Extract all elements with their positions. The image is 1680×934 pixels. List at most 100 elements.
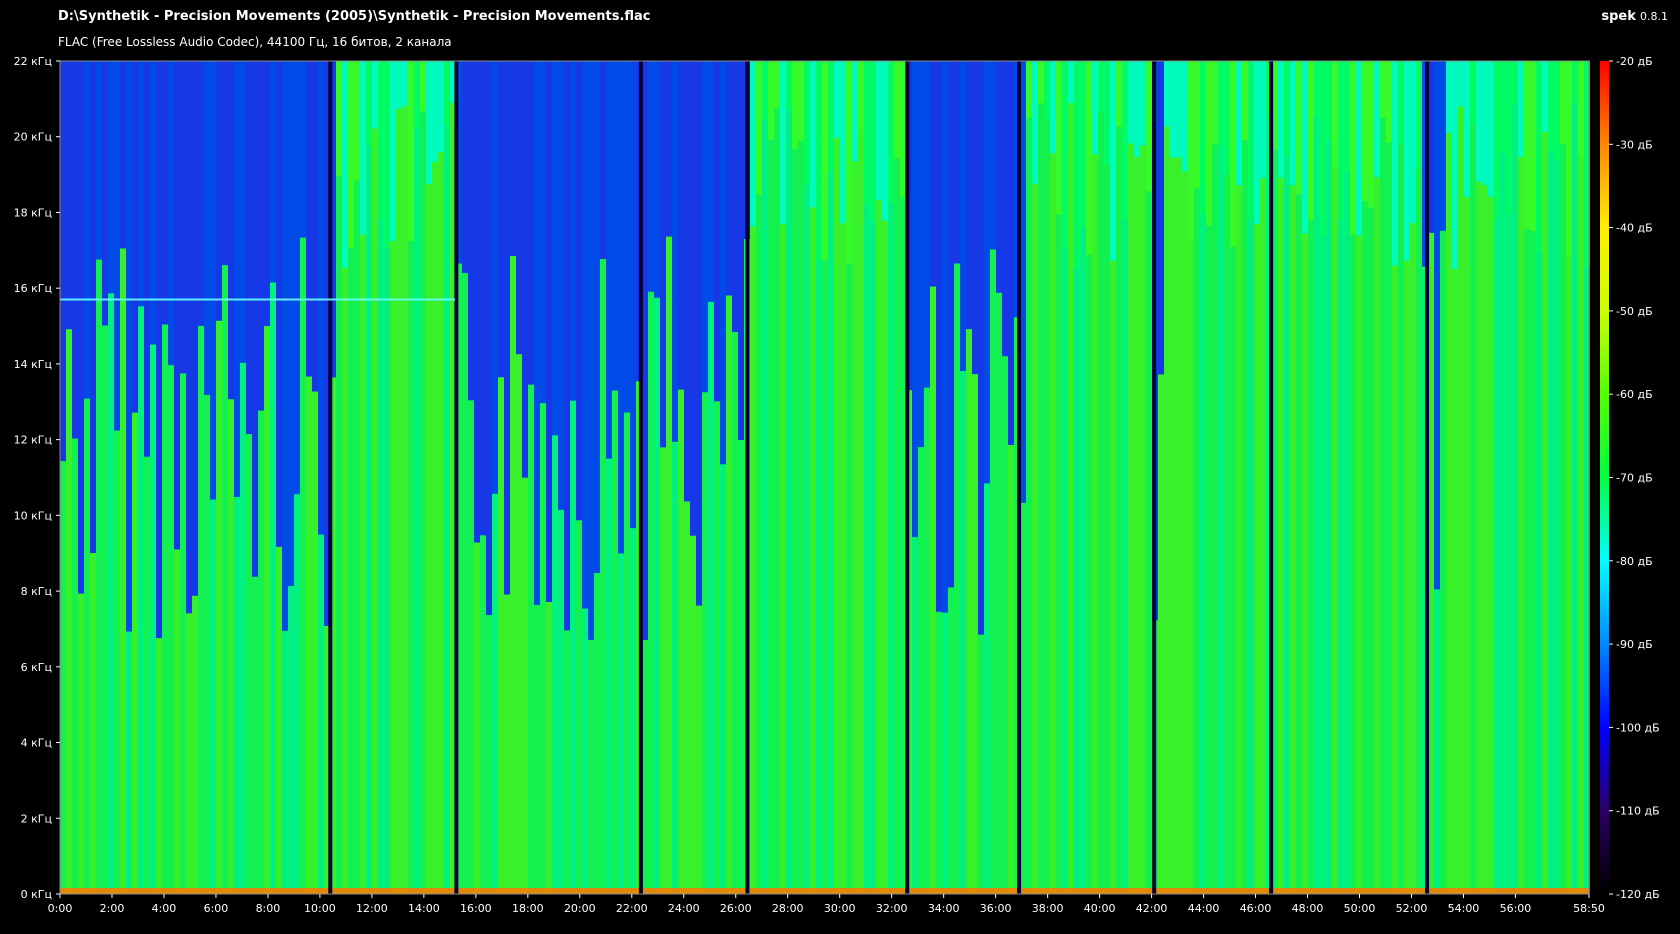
spectrogram-column-lower	[1572, 102, 1578, 895]
spectrogram-column-lower	[684, 501, 690, 894]
spectrogram-column-lower	[1260, 178, 1266, 895]
spectrogram-column-upper	[1464, 61, 1470, 197]
spectrogram-column-upper	[1032, 61, 1038, 184]
spectrogram-column-lower	[564, 630, 570, 894]
spectrogram-column-lower	[1476, 181, 1482, 895]
spectrogram-column-upper	[1536, 61, 1542, 252]
spectrogram-column-upper	[1236, 61, 1242, 186]
spectrogram-column-upper	[294, 61, 300, 495]
spectrogram-column-upper	[1518, 61, 1524, 157]
spectrogram-column-upper	[78, 61, 84, 594]
spectrogram-column-lower	[750, 226, 756, 894]
spectrogram-column-upper	[1470, 61, 1476, 123]
spectrogram-column-lower	[1128, 143, 1134, 895]
x-tick-label: 26:00	[720, 902, 752, 915]
spectrogram-column-lower	[1062, 248, 1068, 895]
spectrogram-column-upper	[1164, 61, 1170, 127]
spectrogram-column-upper	[384, 61, 390, 248]
spectrogram-column-lower	[1350, 234, 1356, 895]
spectrogram-column-upper	[624, 61, 630, 413]
spectrogram-column-lower	[1038, 103, 1044, 895]
spectrogram-column-upper	[1404, 61, 1410, 261]
spectrogram-column-lower	[384, 247, 390, 894]
spectrogram-column-upper	[366, 61, 372, 147]
spectrogram-column-lower	[822, 260, 828, 894]
frequency-axis: 0 кГц 2 кГц 4 кГц 6 кГц 8 кГц 10 кГц 12 кГц 14 …	[14, 55, 60, 901]
spectrogram-column-upper	[936, 61, 942, 612]
spectrogram-column-upper	[474, 61, 480, 543]
spectrogram-column-upper	[1026, 61, 1032, 119]
spectrogram-column-lower	[90, 552, 96, 894]
spectrogram-column-upper	[1548, 61, 1554, 152]
spectrogram-column-lower	[360, 234, 366, 894]
spectrogram-column-upper	[252, 61, 258, 577]
spectrogram-column-upper	[798, 61, 804, 142]
spectrogram-column-upper	[882, 61, 888, 221]
spectrogram-column-upper	[528, 61, 534, 385]
spectrogram-column-lower	[378, 218, 384, 895]
spectrogram-column-upper	[84, 61, 90, 399]
spectrogram-column-upper	[858, 61, 864, 130]
spectrogram-column-lower	[1560, 144, 1566, 894]
spectrogram-column-lower	[186, 613, 192, 894]
spectrogram-column-upper	[1314, 61, 1320, 117]
spectrogram-column-lower	[72, 438, 78, 894]
spectrogram-column-lower	[654, 297, 660, 894]
spectrogram-column-lower	[276, 546, 282, 894]
x-tick-label: 40:00	[1084, 902, 1116, 915]
spectrogram-column-lower	[348, 247, 354, 894]
spectrogram-column-lower	[1308, 219, 1314, 894]
spectrogram-column-upper	[1224, 61, 1230, 175]
spectrogram-column-lower	[642, 640, 648, 894]
spectrogram-column-upper	[852, 61, 858, 162]
spectrogram-column-lower	[978, 634, 984, 894]
spectrogram-column-upper	[468, 61, 474, 401]
spectrogram-column-upper	[222, 61, 228, 266]
spectrogram-column-upper	[270, 61, 276, 283]
spectrogram-column-lower	[258, 410, 264, 894]
spectrogram-column-lower	[774, 107, 780, 894]
spectrogram-column-lower	[1506, 213, 1512, 895]
x-tick-label: 34:00	[928, 902, 960, 915]
spectrogram-column-upper	[318, 61, 324, 535]
spectrogram-column-upper	[432, 61, 438, 162]
spectrogram-column-lower	[876, 200, 882, 895]
x-tick-label: 0:00	[48, 902, 73, 915]
spectrogram-column-upper	[1080, 61, 1086, 228]
x-tick-label: 36:00	[980, 902, 1012, 915]
spectrogram-column-lower	[900, 197, 906, 894]
spectrogram-column-lower	[1002, 356, 1008, 894]
spectrogram-column-lower	[1452, 269, 1458, 894]
spectrogram-column-upper	[564, 61, 570, 631]
spectrogram-column-lower	[852, 161, 858, 894]
spectrogram-column-lower	[264, 326, 270, 894]
spectrogram-column-upper	[1308, 61, 1314, 220]
spectrogram-column-upper	[1506, 61, 1512, 214]
spectrogram-column-lower	[414, 126, 420, 895]
spectrogram-column-lower	[204, 394, 210, 894]
spectrogram-column-upper	[1242, 61, 1248, 141]
spectrogram-column-upper	[1344, 61, 1350, 172]
spectrogram-column-lower	[1254, 223, 1260, 894]
spectrogram-column-upper	[66, 61, 72, 330]
spectrogram-column-lower	[888, 204, 894, 895]
spectrogram-column-lower	[1080, 227, 1086, 895]
spectrogram-column-lower	[288, 585, 294, 894]
spectrogram-column-lower	[1158, 374, 1164, 894]
spectrogram-column-upper	[198, 61, 204, 326]
x-tick-label: 30:00	[824, 902, 856, 915]
spectrogram-column-upper	[1494, 61, 1500, 219]
silence-gap	[1152, 61, 1157, 894]
spectrogram-column-upper	[1218, 61, 1224, 146]
spectrogram-column-lower	[966, 329, 972, 894]
spectrogram-column-lower	[546, 602, 552, 894]
spectrogram-column-upper	[102, 61, 108, 326]
colorbar-tick-label: -70 дБ	[1616, 472, 1653, 485]
x-tick-label: 46:00	[1240, 902, 1272, 915]
spectrogram-column-lower	[534, 604, 540, 894]
x-end-label: 58:50	[1573, 902, 1605, 915]
spectrogram-column-upper	[1362, 61, 1368, 201]
spectrogram-column-lower	[1290, 185, 1296, 894]
y-tick-label: 4 кГц	[21, 737, 52, 750]
spectrogram-column-lower	[792, 149, 798, 895]
